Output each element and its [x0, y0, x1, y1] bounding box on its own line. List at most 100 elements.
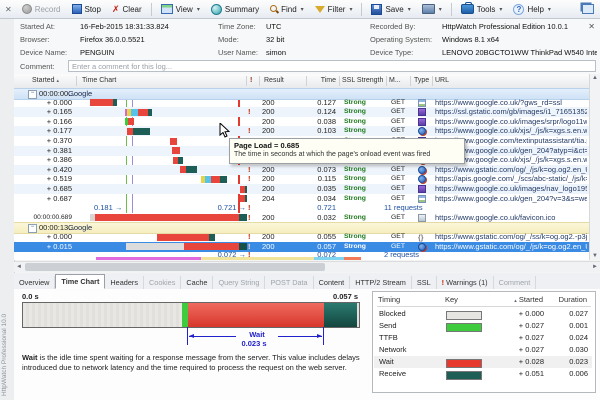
timing-row-receive[interactable]: Receive + 0.051 0.006 — [374, 368, 592, 380]
tab-http2-stream[interactable]: HTTP/2 Stream — [350, 276, 412, 289]
tab-ssl[interactable]: SSL — [412, 276, 437, 289]
help-icon: ? — [513, 4, 524, 15]
timing-row-blocked[interactable]: Blocked + 0.000 0.027 — [374, 308, 592, 320]
scroll-down-icon[interactable]: ▼ — [592, 253, 598, 259]
column-warning[interactable]: ! — [250, 77, 252, 84]
search-icon — [270, 5, 278, 13]
view-icon — [161, 4, 173, 14]
clear-icon: ✗ — [112, 5, 120, 13]
duration-col-header[interactable]: Duration — [543, 295, 587, 304]
timing-row-ttfb[interactable]: TTFB + 0.027 0.024 — [374, 332, 592, 344]
request-row[interactable]: + 0.000 !200 0.055Strong GET{} https://w… — [14, 232, 589, 242]
script-type-icon — [418, 243, 426, 251]
script-type-icon — [418, 127, 426, 135]
key-col-header[interactable]: Key — [445, 295, 458, 304]
tab-time-chart[interactable]: Time Chart — [55, 274, 105, 289]
tab-cache[interactable]: Cache — [181, 276, 213, 289]
summary-button[interactable]: Summary — [207, 3, 263, 16]
tab-comment[interactable]: Comment — [494, 276, 537, 289]
record-button[interactable]: Record — [18, 3, 65, 15]
comment-input[interactable] — [68, 60, 596, 72]
clear-button[interactable]: ✗Clear — [108, 4, 146, 15]
request-row[interactable]: 00:00:00.689 !200 0.032Strong GET https:… — [14, 213, 589, 223]
request-row[interactable]: + 0.177 !200 0.103Strong GET https://www… — [14, 126, 589, 136]
request-row[interactable]: + 0.166 200 0.038Strong GET https://www.… — [14, 117, 589, 127]
chevron-down-icon: ▾ — [197, 6, 200, 13]
vertical-scrollbar[interactable]: ▲ ▼ — [589, 74, 600, 260]
column-result[interactable]: Result — [264, 77, 284, 84]
tools-button[interactable]: Tools▾ — [457, 3, 507, 15]
request-row[interactable]: + 0.165 !200 0.124Strong GET https://ssl… — [14, 107, 589, 117]
horizontal-scrollbar[interactable]: ◄ ► — [14, 261, 600, 272]
column-time[interactable]: Time — [294, 77, 336, 84]
column-ssl-strength[interactable]: SSL Strength — [342, 77, 383, 84]
request-row[interactable]: + 0.000 200 0.127Strong GET https://www.… — [14, 98, 589, 108]
timing-row-network[interactable]: Network + 0.027 0.030 — [374, 344, 592, 356]
tab-content[interactable]: Content — [314, 276, 351, 289]
toolbar-separator — [361, 3, 362, 16]
tab-post-data[interactable]: POST Data — [265, 276, 313, 289]
column-started[interactable]: Started ▴ — [32, 77, 59, 84]
time-zone-value: UTC — [266, 22, 281, 31]
request-row-selected[interactable]: + 0.015 !200 0.057Strong GET https://www… — [14, 242, 589, 252]
view-button[interactable]: View▾ — [157, 3, 204, 15]
filter-button[interactable]: Filter▾ — [311, 4, 357, 15]
key-swatch — [446, 359, 482, 368]
scroll-right-icon[interactable]: ► — [592, 264, 598, 270]
render-start-value: 0.181 → — [94, 203, 122, 213]
window-layout-icon[interactable] — [582, 4, 594, 14]
column-type[interactable]: Type — [414, 77, 429, 84]
summary-icon — [211, 4, 222, 15]
request-row[interactable]: + 0.687 204 0.034Strong GET https://www.… — [14, 194, 589, 204]
script-type-icon — [418, 175, 426, 183]
save-button[interactable]: Save▾ — [367, 3, 414, 16]
scroll-up-icon[interactable]: ▲ — [592, 75, 598, 81]
tab-headers[interactable]: Headers — [105, 276, 144, 289]
find-button[interactable]: Find▾ — [266, 4, 308, 15]
vertical-brand-label: HttpWatch Professional 10.0 — [1, 276, 12, 396]
image-type-icon — [418, 118, 426, 126]
request-row[interactable]: + 0.420 !200 0.073Strong GET https://www… — [14, 165, 589, 175]
timing-col-header[interactable]: Timing — [378, 295, 400, 304]
started-col-header[interactable]: ▴ Started — [493, 295, 543, 304]
timing-row-send[interactable]: Send + 0.027 0.001 — [374, 320, 592, 332]
chevron-down-icon: ▾ — [349, 6, 352, 13]
page-summary-row[interactable]: 0.181 → 0.721 → ! 0.721 11 requests — [14, 203, 589, 213]
timing-row-wait[interactable]: Wait + 0.028 0.023 — [374, 356, 592, 368]
print-button[interactable]: ▾ — [418, 3, 446, 15]
tab-warnings[interactable]: !Warnings (1) — [437, 276, 494, 289]
column-url[interactable]: URL — [435, 77, 449, 84]
mode-label: Mode: — [218, 35, 239, 44]
stop-icon — [72, 4, 82, 14]
page-load-value: 0.721 → — [190, 203, 246, 213]
device-type-label: Device Type: — [370, 48, 413, 57]
toolbar-close-button[interactable]: ✕ — [2, 5, 15, 14]
browser-label: Browser: — [20, 35, 50, 44]
close-icon[interactable]: ✕ — [588, 22, 595, 31]
sort-asc-icon: ▴ — [57, 78, 60, 84]
tab-query-string[interactable]: Query String — [213, 276, 265, 289]
receive-segment — [324, 303, 357, 327]
chevron-down-icon: ▾ — [408, 6, 411, 13]
column-time-chart[interactable]: Time Chart — [82, 77, 116, 84]
favicon-type-icon — [418, 214, 426, 222]
column-method[interactable]: M... — [389, 77, 401, 84]
scroll-left-icon[interactable]: ◄ — [16, 264, 22, 270]
device-name-value: PENGUIN — [80, 48, 114, 57]
scrollbar-thumb[interactable] — [25, 263, 325, 271]
page-load-tooltip: Page Load = 0.685 The time in seconds at… — [229, 138, 465, 164]
record-icon — [22, 4, 32, 14]
request-row[interactable]: + 0.685 200 0.035Strong GET https://www.… — [14, 184, 589, 194]
mode-value: 32 bit — [266, 35, 284, 44]
chevron-down-icon: ▾ — [439, 6, 442, 13]
wait-value: 0.023 s — [224, 339, 284, 348]
tab-cookies[interactable]: Cookies — [144, 276, 181, 289]
request-row[interactable]: + 0.519 !200 0.115Strong GET https://api… — [14, 174, 589, 184]
help-button[interactable]: ?Help▾ — [509, 3, 554, 16]
browser-value: Firefox 36.0.0.5521 — [80, 35, 145, 44]
stop-button[interactable]: Stop — [68, 3, 105, 15]
printer-icon — [422, 4, 435, 14]
image-type-icon — [418, 185, 426, 193]
tab-overview[interactable]: Overview — [14, 276, 55, 289]
os-label: Operating System: — [370, 35, 432, 44]
